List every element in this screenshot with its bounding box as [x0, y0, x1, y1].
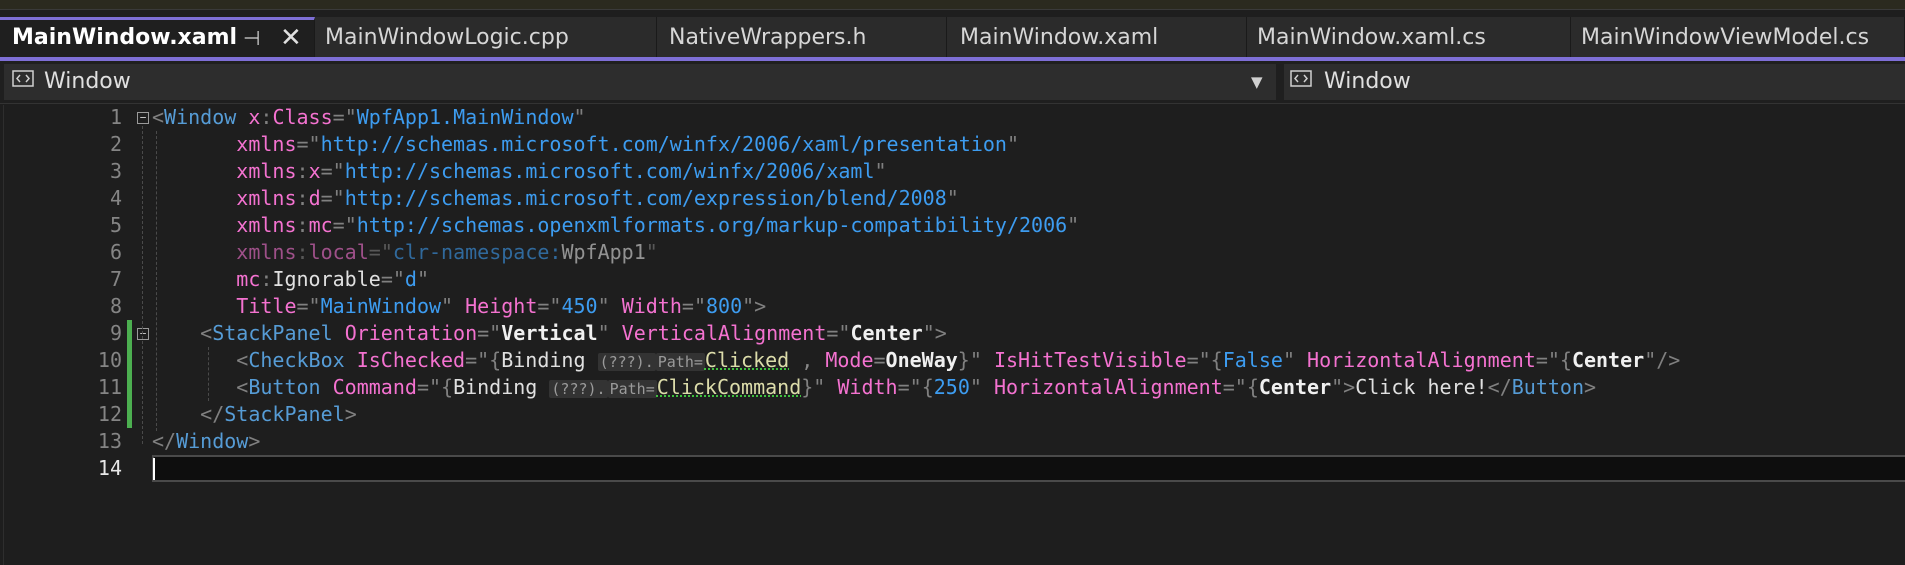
code-line-5: xmlns:mc="http://schemas.openxmlformats.…	[236, 213, 1080, 237]
line-number: 12	[97, 402, 122, 426]
tab-mainwindowviewmodel-cs[interactable]: MainWindowViewModel.cs	[1571, 17, 1905, 57]
collapse-icon[interactable]: −	[137, 112, 149, 124]
tab-label: NativeWrappers.h	[669, 25, 867, 50]
tab-label: MainWindow.xaml	[960, 25, 1159, 50]
code-line-9: <StackPanel Orientation="Vertical" Verti…	[200, 321, 947, 345]
member-label: Window	[1324, 69, 1411, 94]
close-icon[interactable]: ✕	[280, 20, 302, 56]
code-line-4: xmlns:d="http://schemas.microsoft.com/ex…	[236, 186, 959, 210]
line-number: 11	[97, 375, 122, 399]
current-line-highlight	[152, 455, 1905, 482]
text-caret	[153, 458, 155, 480]
element-scope-dropdown[interactable]: Window ▼	[4, 64, 1276, 100]
line-number: 6	[109, 240, 122, 264]
tab-label: MainWindowViewModel.cs	[1581, 25, 1870, 50]
tab-label: MainWindow.xaml.cs	[1257, 25, 1486, 50]
code-line-12: </StackPanel>	[200, 402, 357, 426]
chevron-down-icon[interactable]: ▼	[1251, 64, 1263, 100]
line-number: 2	[109, 132, 122, 156]
code-line-10: <CheckBox IsChecked="{Binding (???). Path…	[236, 348, 1681, 372]
code-line-6: xmlns:local="clr-namespace:WpfApp1"	[236, 240, 658, 264]
tab-mainwindowlogic-cpp[interactable]: MainWindowLogic.cpp	[315, 17, 657, 57]
line-number: 3	[109, 159, 122, 183]
line-number: 7	[109, 267, 122, 291]
line-number: 5	[109, 213, 122, 237]
code-line-3: xmlns:x="http://schemas.microsoft.com/wi…	[236, 159, 887, 183]
inline-hint: Path=	[607, 380, 657, 398]
code-line-7: mc:Ignorable="d"	[236, 267, 429, 291]
tab-mainwindow-xaml-active[interactable]: MainWindow.xaml ⊣ ✕	[0, 17, 315, 57]
pin-icon[interactable]: ⊣	[243, 20, 260, 56]
line-number: 13	[97, 429, 122, 453]
title-strip	[0, 0, 1905, 10]
line-number: 4	[109, 186, 122, 210]
code-line-11: <Button Command="{Binding (???). Path= Cli…	[236, 375, 1597, 399]
tab-label: MainWindow.xaml	[12, 25, 238, 50]
tab-mainwindow-xaml-cs[interactable]: MainWindow.xaml.cs	[1247, 17, 1571, 57]
line-number: 9	[109, 321, 122, 345]
line-number: 10	[97, 348, 122, 372]
outline-guide	[142, 126, 143, 444]
line-number: 8	[109, 294, 122, 318]
tab-label: MainWindowLogic.cpp	[325, 25, 569, 50]
xaml-element-icon	[1290, 70, 1312, 87]
tab-nativewrappers-h[interactable]: NativeWrappers.h	[657, 17, 947, 57]
member-dropdown[interactable]: Window	[1284, 64, 1905, 100]
changed-lines-indicator	[127, 320, 132, 428]
line-number-current: 14	[97, 456, 122, 480]
navigation-bar: Window ▼ Window	[0, 61, 1905, 104]
xaml-element-icon	[12, 70, 34, 87]
scope-label: Window	[44, 69, 131, 94]
document-tab-bar: MainWindow.xaml ⊣ ✕ MainWindowLogic.cpp …	[0, 17, 1905, 57]
code-line-1: <Window x:Class="WpfApp1.MainWindow"	[152, 105, 586, 129]
tab-mainwindow-xaml[interactable]: MainWindow.xaml	[947, 17, 1247, 57]
line-number: 1	[109, 105, 122, 129]
inline-hint: (???).	[597, 353, 656, 371]
code-line-8: Title="MainWindow" Height="450" Width="8…	[236, 294, 767, 318]
editor-margin-line	[3, 105, 4, 565]
code-line-13: </Window>	[152, 429, 261, 453]
collapse-icon[interactable]: −	[137, 328, 149, 340]
inline-hint: Path=	[655, 353, 705, 371]
code-line-2: xmlns="http://schemas.microsoft.com/winf…	[236, 132, 1019, 156]
inline-hint: (???).	[549, 380, 608, 398]
